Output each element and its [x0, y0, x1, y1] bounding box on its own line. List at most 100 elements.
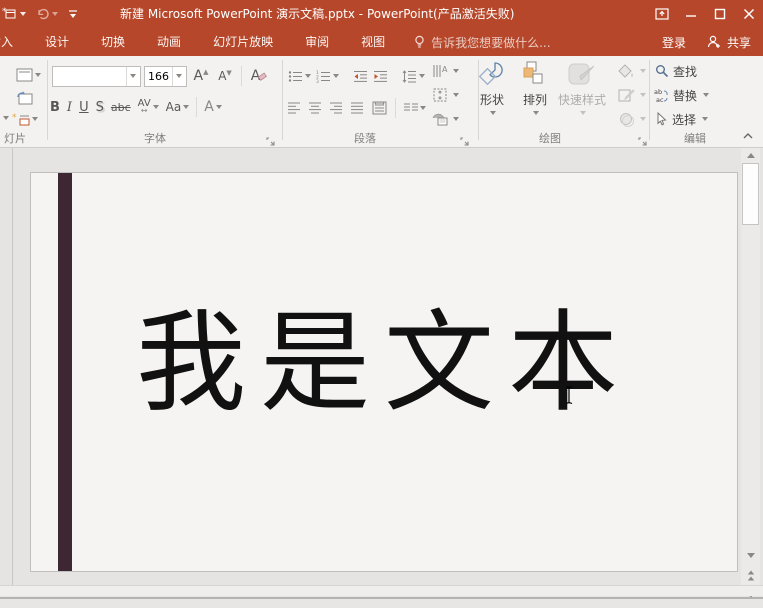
columns-button[interactable]: [404, 97, 426, 119]
font-dialog-launcher-icon[interactable]: [266, 132, 276, 142]
horizontal-scrollbar-strip[interactable]: [0, 585, 763, 596]
text-direction-button[interactable]: A: [432, 61, 459, 81]
minimize-icon[interactable]: [676, 0, 705, 28]
undo-icon[interactable]: [36, 7, 58, 21]
qat-customize-icon[interactable]: [68, 8, 78, 20]
arrange-caret: [533, 111, 539, 115]
replace-label: 替换: [673, 87, 697, 104]
increase-font-size-button[interactable]: A▲: [190, 65, 212, 87]
vertical-scrollbar[interactable]: [741, 148, 760, 593]
shapes-button[interactable]: 形状: [470, 60, 514, 130]
tab-transitions[interactable]: 切换: [88, 28, 138, 56]
scroll-up-icon[interactable]: [742, 148, 759, 162]
shape-fill-button[interactable]: [618, 61, 646, 81]
quick-styles-icon: [567, 60, 597, 88]
numbering-button[interactable]: 123: [316, 65, 339, 87]
tab-view[interactable]: 视图: [348, 28, 398, 56]
undo-caret: [52, 12, 58, 16]
strikethrough-button[interactable]: abc: [111, 96, 131, 118]
svg-text:ab: ab: [654, 88, 662, 96]
font-size-caret[interactable]: [172, 67, 185, 86]
align-left-icon[interactable]: [288, 102, 301, 114]
layout-button[interactable]: [16, 64, 41, 86]
arrange-button[interactable]: 排列: [513, 60, 557, 130]
previous-slide-icon[interactable]: [742, 568, 759, 582]
select-button[interactable]: 选择: [655, 109, 708, 129]
title-bar: * 新建 Microsoft PowerPoint 演示文稿.pptx - Po…: [0, 0, 763, 28]
shape-effects-button[interactable]: [618, 109, 646, 129]
thumbnail-pane-splitter[interactable]: [12, 148, 13, 593]
tab-slideshow[interactable]: 幻灯片放映: [200, 28, 286, 56]
layout-icon: [16, 68, 33, 82]
arrange-icon: [522, 60, 548, 88]
share-button[interactable]: 共享: [706, 34, 751, 51]
shape-outline-button[interactable]: [618, 85, 646, 105]
tell-me-box[interactable]: 告诉我您想要做什么...: [414, 34, 550, 51]
smartart-caret: [453, 117, 459, 121]
numbering-caret: [333, 74, 339, 78]
find-icon: [655, 64, 669, 78]
reset-slide-button[interactable]: [16, 86, 33, 108]
account-area: 登录 共享: [662, 34, 763, 51]
window-controls: [647, 0, 763, 28]
increase-indent-button[interactable]: [373, 65, 388, 87]
line-spacing-icon: [402, 70, 417, 83]
clear-formatting-button[interactable]: A: [248, 65, 270, 87]
arrange-label: 排列: [523, 91, 547, 108]
align-right-icon[interactable]: [330, 102, 343, 114]
paragraph-dialog-launcher-icon[interactable]: [460, 132, 470, 142]
ribbon-display-options-icon[interactable]: [647, 0, 676, 28]
sign-in-button[interactable]: 登录: [662, 34, 686, 51]
character-spacing-button[interactable]: AV ↔: [138, 96, 159, 118]
qat-new-slide-icon[interactable]: *: [2, 7, 26, 21]
font-name-input[interactable]: [53, 68, 126, 85]
shape-effects-icon: [618, 112, 635, 127]
group-divider: [282, 60, 283, 140]
font-name-caret[interactable]: [126, 67, 139, 86]
change-case-button[interactable]: Aa: [166, 96, 190, 118]
shapes-label: 形状: [480, 91, 504, 108]
slide-text[interactable]: 我是文本: [31, 303, 737, 424]
italic-button[interactable]: I: [67, 96, 72, 118]
slides-group-label: 灯片: [0, 130, 30, 144]
scrollbar-thumb[interactable]: [742, 163, 759, 225]
decrease-font-size-button[interactable]: A▼: [215, 65, 235, 87]
font-name-combobox[interactable]: [52, 66, 141, 87]
ribbon: * 灯片 A▲ A▼: [0, 56, 763, 148]
collapse-ribbon-icon[interactable]: [741, 128, 755, 142]
line-spacing-button[interactable]: [402, 65, 425, 87]
decrease-indent-icon: [353, 70, 368, 83]
align-text-button[interactable]: [432, 85, 459, 105]
increase-indent-icon: [373, 70, 388, 83]
change-case-caret: [183, 105, 189, 109]
shape-effects-caret: [640, 117, 646, 121]
font-color-button[interactable]: A: [204, 96, 222, 118]
replace-button[interactable]: ab ac 替换: [653, 85, 709, 105]
convert-smartart-button[interactable]: [432, 109, 459, 129]
font-size-input[interactable]: [145, 68, 172, 85]
align-center-icon[interactable]: [309, 102, 322, 114]
shapes-caret: [490, 111, 496, 115]
slide-canvas[interactable]: 我是文本: [30, 172, 738, 572]
reset-icon: [16, 90, 33, 105]
font-size-combobox[interactable]: [144, 66, 187, 87]
find-button[interactable]: 查找: [655, 61, 697, 81]
maximize-icon[interactable]: [705, 0, 734, 28]
close-icon[interactable]: [734, 0, 763, 28]
justify-icon[interactable]: [351, 102, 364, 114]
tab-animations[interactable]: 动画: [144, 28, 194, 56]
distribute-text-icon[interactable]: [372, 101, 387, 115]
paragraph-group-label: 段落: [300, 130, 430, 144]
bullets-button[interactable]: [288, 65, 311, 87]
bold-button[interactable]: B: [50, 96, 60, 118]
section-button[interactable]: *: [12, 108, 38, 130]
scroll-down-icon[interactable]: [742, 548, 759, 562]
quick-styles-button[interactable]: 快速样式: [552, 60, 612, 130]
tab-design[interactable]: 设计: [32, 28, 82, 56]
tab-review[interactable]: 审阅: [292, 28, 342, 56]
text-shadow-button[interactable]: S: [96, 96, 104, 118]
underline-button[interactable]: U: [79, 96, 89, 118]
drawing-dialog-launcher-icon[interactable]: [638, 132, 648, 142]
tab-insert[interactable]: 插入: [0, 28, 26, 56]
decrease-indent-button[interactable]: [353, 65, 368, 87]
